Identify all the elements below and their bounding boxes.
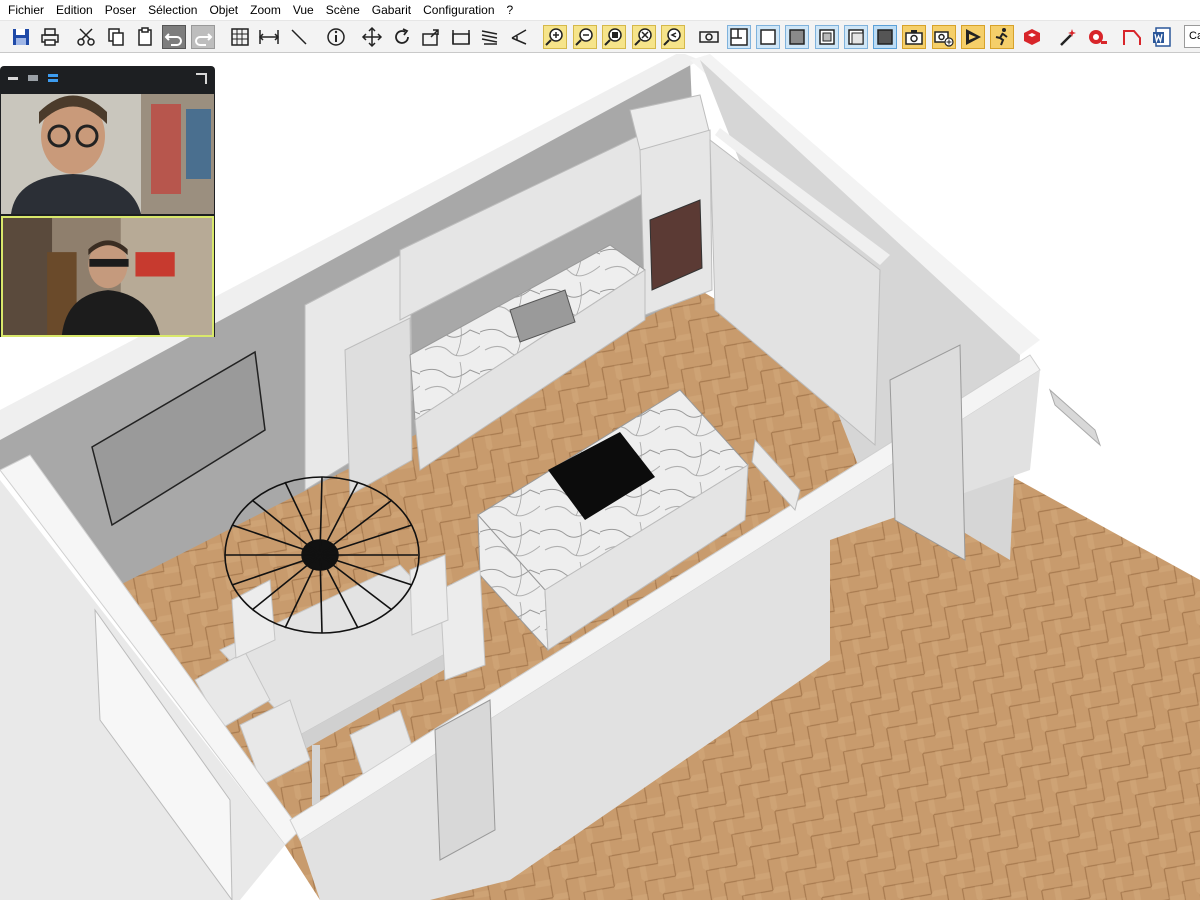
main-toolbar: Ca [0,21,1200,53]
paste-icon[interactable] [134,25,158,49]
zoom-in-icon[interactable] [543,25,567,49]
pencil-icon[interactable] [1120,25,1144,49]
sketchup-icon[interactable] [1020,25,1044,49]
menu-edition[interactable]: Edition [50,0,99,21]
menu-scene[interactable]: Scène [320,0,366,21]
menu-poser[interactable]: Poser [99,0,142,21]
view-solid-icon[interactable] [873,25,897,49]
video-call-header [0,66,215,90]
stair-icon[interactable] [478,25,502,49]
menu-zoom[interactable]: Zoom [244,0,287,21]
menu-vue[interactable]: Vue [287,0,320,21]
walk-icon[interactable] [990,25,1014,49]
participant-video-1[interactable] [1,94,214,214]
line-icon[interactable] [287,25,311,49]
view-2d-icon[interactable] [697,25,721,49]
zoom-fit-icon[interactable] [602,25,626,49]
menu-bar: Fichier Edition Poser Sélection Objet Zo… [0,0,1200,21]
export-icon[interactable] [419,25,443,49]
word-export-icon[interactable] [1150,25,1174,49]
app-window: Fichier Edition Poser Sélection Objet Zo… [0,0,1200,900]
minimize-icon[interactable] [8,76,18,80]
expand-icon[interactable] [196,72,207,84]
info-icon[interactable] [324,25,348,49]
grid-icon[interactable] [228,25,252,49]
dimension-icon[interactable] [257,25,281,49]
menu-selection[interactable]: Sélection [142,0,203,21]
ramp-icon[interactable] [507,25,531,49]
menu-objet[interactable]: Objet [203,0,244,21]
menu-fichier[interactable]: Fichier [2,0,50,21]
save-icon[interactable] [9,25,33,49]
view-box-icon[interactable] [756,25,780,49]
render-icon[interactable] [961,25,985,49]
rotate-icon[interactable] [390,25,414,49]
zoom-previous-icon[interactable] [661,25,685,49]
zoom-window-icon[interactable] [632,25,656,49]
wall-icon[interactable] [449,25,473,49]
copy-icon[interactable] [104,25,128,49]
menu-gabarit[interactable]: Gabarit [366,0,417,21]
camera-combo[interactable]: Ca [1184,25,1200,48]
print-icon[interactable] [38,25,62,49]
tape-icon[interactable] [1085,25,1109,49]
view-transparent-icon[interactable] [844,25,868,49]
view-lines-icon[interactable] [815,25,839,49]
speaker-view-icon[interactable] [28,75,38,81]
cut-icon[interactable] [74,25,98,49]
camera-icon[interactable] [902,25,926,49]
undo-icon[interactable] [162,25,186,49]
menu-configuration[interactable]: Configuration [417,0,500,21]
video-call-panel[interactable] [0,66,215,337]
menu-help[interactable]: ? [501,0,520,21]
move-icon[interactable] [360,25,384,49]
magic-wand-icon[interactable] [1056,25,1080,49]
view-shade-icon[interactable] [785,25,809,49]
redo-icon[interactable] [191,25,215,49]
zoom-out-icon[interactable] [573,25,597,49]
participant-video-2[interactable] [1,216,214,337]
plan-view-icon[interactable] [727,25,751,49]
camera-add-icon[interactable] [932,25,956,49]
gallery-view-icon[interactable] [48,74,58,82]
